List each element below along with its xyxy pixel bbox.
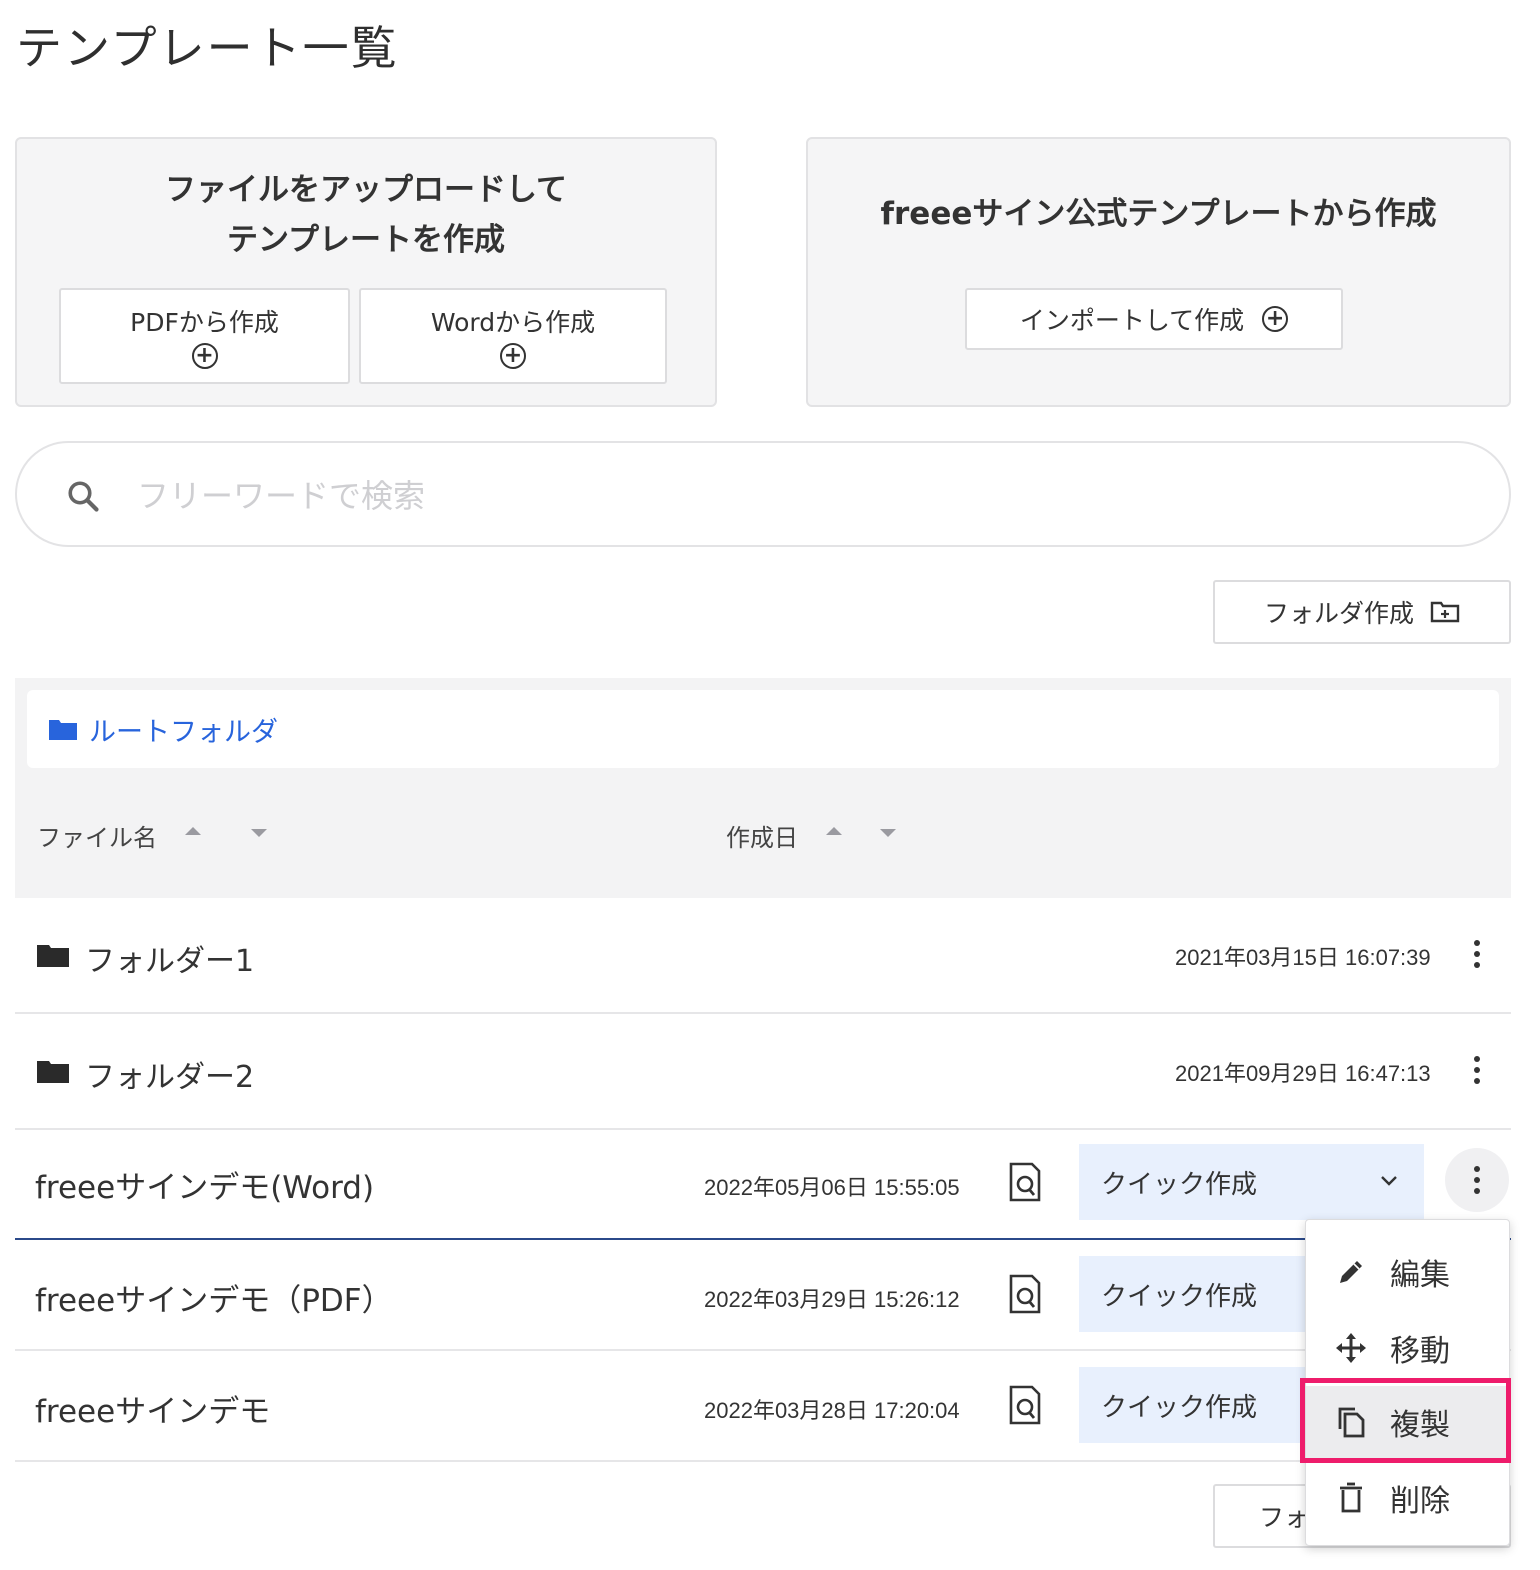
quick-create-label: クイック作成 xyxy=(1101,1281,1258,1312)
menu-item-label: 編集 xyxy=(1390,1258,1450,1293)
created-date: 2022年03月28日 17:20:04 xyxy=(704,1398,960,1423)
official-template-card: freeeサイン公式テンプレートから作成 インポートして作成 + xyxy=(806,137,1511,407)
folder-icon xyxy=(37,945,69,967)
pencil-icon xyxy=(1340,1261,1362,1283)
search-input[interactable] xyxy=(137,469,1437,523)
plus-circle-icon: + xyxy=(500,343,526,369)
breadcrumb-root[interactable]: ルートフォルダ xyxy=(89,710,278,749)
upload-card-title-line1: ファイルをアップロードして xyxy=(164,172,568,208)
template-name[interactable]: freeeサインデモ(Word) xyxy=(35,1162,374,1207)
menu-item-label: 削除 xyxy=(1390,1484,1450,1519)
more-menu-button[interactable] xyxy=(1445,922,1509,986)
sort-desc-icon[interactable] xyxy=(251,828,267,837)
column-created-label: 作成日 xyxy=(726,824,798,852)
create-from-pdf-button[interactable]: PDFから作成 + xyxy=(59,288,350,384)
table-row[interactable]: フォルダー2 2021年09月29日 16:47:13 xyxy=(15,1014,1511,1130)
column-name-label: ファイル名 xyxy=(37,824,157,852)
chevron-down-icon[interactable] xyxy=(1380,1172,1398,1190)
sort-desc-icon[interactable] xyxy=(880,828,896,837)
menu-item-label: 移動 xyxy=(1390,1334,1450,1369)
page-title: テンプレート一覧 xyxy=(16,21,399,75)
quick-create-label: クイック作成 xyxy=(1101,1169,1258,1200)
move-icon xyxy=(1336,1333,1366,1363)
list-header-panel: ルートフォルダ ファイル名 作成日 xyxy=(15,678,1511,898)
create-from-pdf-label: PDFから作成 xyxy=(130,308,279,337)
breadcrumb[interactable]: ルートフォルダ xyxy=(27,690,1499,768)
created-date: 2022年05月06日 15:55:05 xyxy=(704,1175,960,1200)
created-date: 2022年03月29日 15:26:12 xyxy=(704,1287,960,1312)
create-from-word-button[interactable]: Wordから作成 + xyxy=(359,288,667,384)
preview-icon[interactable] xyxy=(1008,1385,1042,1425)
folder-icon xyxy=(49,720,77,740)
import-create-label: インポートして作成 xyxy=(1019,306,1245,335)
more-menu-button[interactable] xyxy=(1445,1148,1509,1212)
preview-icon[interactable] xyxy=(1008,1274,1042,1314)
table-row[interactable]: フォルダー1 2021年03月15日 16:07:39 xyxy=(15,898,1511,1014)
trash-icon xyxy=(1340,1482,1362,1513)
folder-create-button[interactable]: フォルダ作成 xyxy=(1213,580,1511,644)
table-row[interactable]: freeeサインデモ（PDF） 2022年03月29日 15:26:12 クイッ… xyxy=(15,1240,1511,1351)
highlight-annotation xyxy=(1300,1378,1511,1463)
upload-card: ファイルをアップロードして テンプレートを作成 PDFから作成 + Wordから… xyxy=(15,137,717,407)
folder-plus-icon xyxy=(1430,601,1460,623)
create-from-word-label: Wordから作成 xyxy=(430,308,596,337)
folder-icon xyxy=(37,1061,69,1083)
folder-name[interactable]: フォルダー1 xyxy=(85,936,254,980)
plus-circle-icon: + xyxy=(191,343,218,369)
folder-name[interactable]: フォルダー2 xyxy=(85,1052,254,1096)
sort-asc-icon[interactable] xyxy=(185,826,201,835)
template-name[interactable]: freeeサインデモ xyxy=(35,1386,270,1431)
template-name[interactable]: freeeサインデモ（PDF） xyxy=(35,1275,393,1320)
column-header-created: 作成日 xyxy=(726,818,896,853)
created-date: 2021年03月15日 16:07:39 xyxy=(1175,945,1431,970)
search-bar xyxy=(15,441,1511,547)
menu-item-delete[interactable]: 削除 xyxy=(1306,1462,1511,1534)
created-date: 2021年09月29日 16:47:13 xyxy=(1175,1061,1431,1086)
folder-create-label: フォ xyxy=(1259,1503,1310,1532)
upload-card-title-line2: テンプレートを作成 xyxy=(226,222,506,258)
quick-create-button[interactable]: クイック作成 xyxy=(1079,1144,1424,1220)
menu-item-move[interactable]: 移動 xyxy=(1306,1312,1511,1384)
table-row[interactable]: freeeサインデモ 2022年03月28日 17:20:04 クイック作成 xyxy=(15,1351,1511,1462)
upload-card-title: ファイルをアップロードして テンプレートを作成 xyxy=(17,165,715,265)
more-menu-button[interactable] xyxy=(1445,1038,1509,1102)
column-header-name: ファイル名 xyxy=(37,818,267,853)
menu-item-edit[interactable]: 編集 xyxy=(1306,1236,1511,1308)
quick-create-label: クイック作成 xyxy=(1101,1392,1258,1423)
search-icon xyxy=(68,481,99,512)
folder-create-label: フォルダ作成 xyxy=(1263,599,1414,628)
official-card-title: freeeサイン公式テンプレートから作成 xyxy=(880,196,1437,232)
plus-circle-icon: + xyxy=(1262,306,1289,332)
sort-asc-icon[interactable] xyxy=(826,826,842,835)
import-create-button[interactable]: インポートして作成 + xyxy=(965,288,1343,350)
preview-icon[interactable] xyxy=(1008,1162,1042,1202)
table-row[interactable]: freeeサインデモ(Word) 2022年05月06日 15:55:05 クイ… xyxy=(15,1130,1511,1240)
